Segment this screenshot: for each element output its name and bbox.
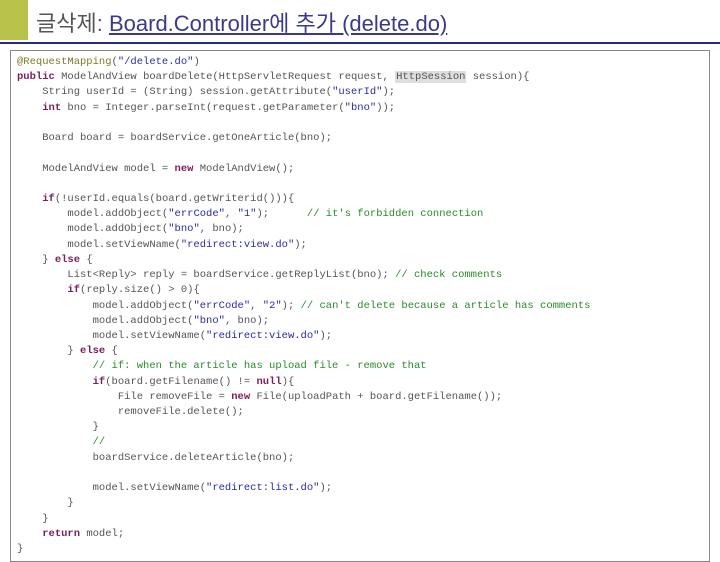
title-part1: 글삭제:: [36, 11, 103, 36]
highlight: HttpSession: [395, 71, 466, 83]
code-block: @RequestMapping("/delete.do") public Mod…: [10, 50, 710, 562]
slide-title: 글삭제: Board.Controller에 추가 (delete.do): [0, 0, 720, 44]
accent-bar: [0, 0, 28, 40]
title-part2: Board.Controller에 추가 (delete.do): [109, 11, 447, 36]
